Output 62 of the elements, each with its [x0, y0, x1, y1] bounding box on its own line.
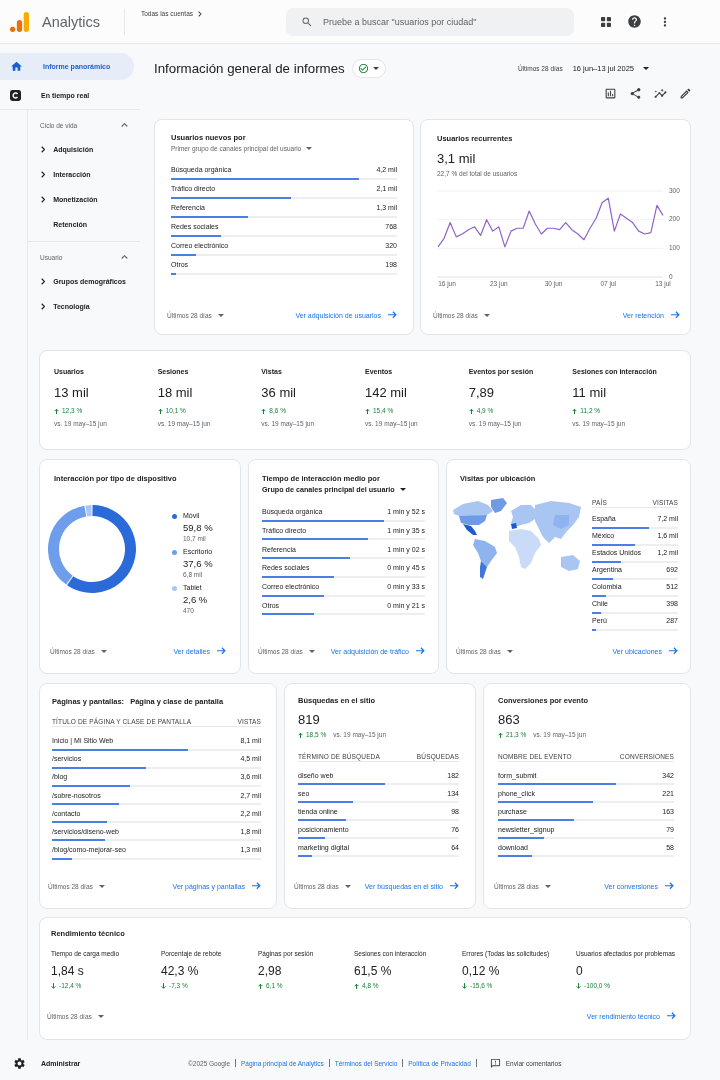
- metric-value: 11 mil: [572, 385, 607, 401]
- rounded-square-icon: [10, 90, 21, 101]
- arrow-right-icon: [665, 882, 674, 890]
- caret-icon: [643, 66, 649, 70]
- metric-value: 2,98: [258, 963, 282, 979]
- arrow-right-icon: [669, 647, 678, 655]
- chart-box-icon[interactable]: [604, 86, 617, 100]
- legend-value: 37,6 %: [183, 557, 213, 570]
- arrow-right-icon: [217, 647, 226, 655]
- arrow-right-icon: [671, 311, 680, 319]
- caret-icon: [399, 488, 406, 491]
- metric-value: 0,12 %: [462, 963, 500, 979]
- caret-icon: [306, 147, 313, 150]
- caret-icon: [483, 313, 490, 317]
- caret-icon: [344, 884, 351, 888]
- metric-value: 142 mil: [365, 385, 407, 401]
- home-icon: [10, 60, 23, 73]
- arrow-right-icon: [450, 882, 459, 890]
- legend-value: 2,6 %: [183, 593, 209, 606]
- chevron-right-icon: [41, 303, 46, 310]
- caret-icon: [372, 66, 379, 70]
- share-icon[interactable]: [629, 86, 642, 100]
- metric-value: 863: [498, 712, 521, 728]
- metric-value: 819: [298, 712, 321, 728]
- chevron-right-icon: [41, 196, 46, 203]
- metric-value: 7,89: [468, 385, 494, 401]
- search-field[interactable]: Pruebe a buscar "usuarios por ciudad": [286, 7, 574, 36]
- legend-value: 59,8 %: [183, 521, 213, 534]
- caret-icon: [217, 313, 224, 317]
- chevron-right-icon: [198, 10, 202, 17]
- metric-value: 18 mil: [157, 385, 193, 401]
- metric-value: 61,5 %: [354, 963, 392, 979]
- metric-value: 13 mil: [54, 385, 89, 401]
- caret-icon: [506, 649, 513, 653]
- caret-icon: [100, 649, 107, 653]
- arrow-right-icon: [667, 1012, 676, 1020]
- chevron-right-icon: [41, 146, 46, 153]
- metric-value: 42,3 %: [161, 963, 199, 979]
- caret-icon: [544, 884, 551, 888]
- metric-value: 1,84 s: [51, 963, 84, 979]
- caret-icon: [308, 649, 315, 653]
- chevron-right-icon: [41, 171, 46, 178]
- product-name: Analytics: [42, 12, 101, 31]
- arrow-right-icon: [388, 311, 397, 319]
- sparkle-chart-icon[interactable]: [654, 86, 667, 100]
- metric-value: 3,1 mil: [437, 151, 477, 167]
- caret-icon: [98, 884, 105, 888]
- status-dropdown[interactable]: [351, 58, 386, 78]
- metric-value: 36 mil: [261, 385, 296, 401]
- search-icon: [301, 15, 313, 28]
- chevron-right-icon: [41, 278, 46, 285]
- settings-icon: [13, 1056, 26, 1070]
- apps-grid-icon[interactable]: [601, 16, 611, 27]
- logo-icon: [10, 11, 29, 32]
- feedback-icon: [489, 1057, 501, 1069]
- pencil-icon[interactable]: [679, 86, 692, 100]
- page-title: Información general de informes: [154, 60, 345, 76]
- metric-value: 0: [576, 963, 583, 979]
- caret-icon: [97, 1014, 104, 1018]
- arrow-right-icon: [252, 882, 261, 890]
- arrow-right-icon: [416, 647, 425, 655]
- help-icon[interactable]: [627, 14, 642, 29]
